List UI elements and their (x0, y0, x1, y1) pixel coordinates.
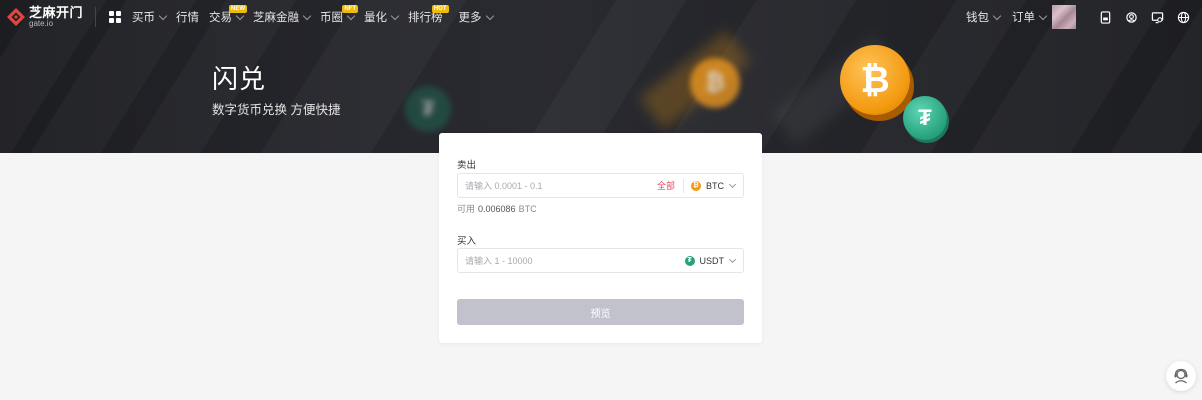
buy-coin-selector[interactable]: ₮ USDT (684, 255, 737, 266)
main-menu: 买币 行情 交易 NEW 芝麻金融 币圈 NFT 量化 排行榜 HOT 更多 (132, 0, 503, 34)
chevron-down-icon (728, 255, 737, 263)
buy-amount-input[interactable] (458, 249, 685, 272)
customer-service-icon (1174, 368, 1188, 384)
buy-field: ₮ USDT (457, 248, 744, 273)
top-nav: 芝麻开门 gate.io 买币 行情 交易 NEW 芝麻金融 币圈 NFT 量化 排… (0, 0, 1202, 34)
nav-more[interactable]: 更多 (459, 0, 494, 34)
chevron-down-icon (485, 11, 494, 20)
hot-badge: HOT (431, 5, 449, 13)
max-all-button[interactable]: 全部 (657, 179, 675, 192)
new-badge: NEW (229, 5, 248, 13)
nav-wallet[interactable]: 钱包 (966, 0, 1002, 34)
preview-button[interactable]: 预览 (457, 299, 744, 325)
settings-display-icon[interactable] (1150, 10, 1164, 24)
sell-field: 全部 ₿ BTC (457, 173, 744, 198)
nav-finance[interactable]: 芝麻金融 (253, 0, 312, 34)
chevron-down-icon (728, 180, 737, 188)
nft-badge: NFT (342, 5, 359, 13)
nav-ranking[interactable]: 排行榜 HOT (408, 0, 449, 34)
apps-grid-icon[interactable] (109, 11, 122, 23)
nav-markets[interactable]: 行情 (176, 0, 199, 34)
gate-logo-icon (6, 7, 26, 27)
chevron-down-icon (992, 11, 1002, 20)
usdt-coin-decoration: ₮ (405, 86, 451, 132)
download-app-icon[interactable] (1098, 10, 1112, 24)
nav-divider (95, 7, 97, 27)
btc-icon: ₿ (691, 180, 701, 191)
page-title: 闪兑 (212, 64, 267, 94)
nav-trade[interactable]: 交易 NEW (209, 0, 248, 34)
chevron-down-icon (1038, 11, 1048, 20)
headset-support-icon[interactable] (1124, 10, 1138, 24)
sell-coin-selector[interactable]: ₿ BTC (691, 180, 737, 191)
chevron-down-icon (302, 11, 312, 20)
btc-coin-decoration: ₿ (690, 58, 740, 108)
btc-coin-icon: ₿ (840, 45, 910, 115)
available-balance: 可用 0.006086 BTC (457, 204, 537, 214)
usdt-icon: ₮ (684, 255, 695, 266)
page-subtitle: 数字货币兑换 方便快捷 (212, 103, 341, 117)
sell-amount-input[interactable] (458, 174, 657, 197)
buy-label: 买入 (457, 236, 477, 247)
nav-community[interactable]: 币圈 NFT (320, 0, 359, 34)
avatar[interactable] (1052, 5, 1076, 29)
nav-orders[interactable]: 订单 (1012, 0, 1048, 34)
chevron-down-icon (390, 11, 400, 20)
sell-label: 卖出 (457, 160, 477, 171)
brand-domain: gate.io (29, 19, 54, 28)
nav-buy-crypto[interactable]: 买币 (132, 0, 168, 34)
customer-service-button[interactable] (1166, 361, 1196, 391)
nav-quant[interactable]: 量化 (364, 0, 400, 34)
globe-language-icon[interactable] (1176, 10, 1190, 24)
usdt-coin-icon: ₮ (903, 96, 947, 140)
swap-card: 卖出 全部 ₿ BTC 可用0.006086BTC 买入 ₮ USDT 预览 (439, 133, 762, 343)
brand-name: 芝麻开门 (29, 5, 84, 20)
brand-logo[interactable]: 芝麻开门 gate.io (6, 0, 83, 34)
chevron-down-icon (158, 11, 168, 20)
